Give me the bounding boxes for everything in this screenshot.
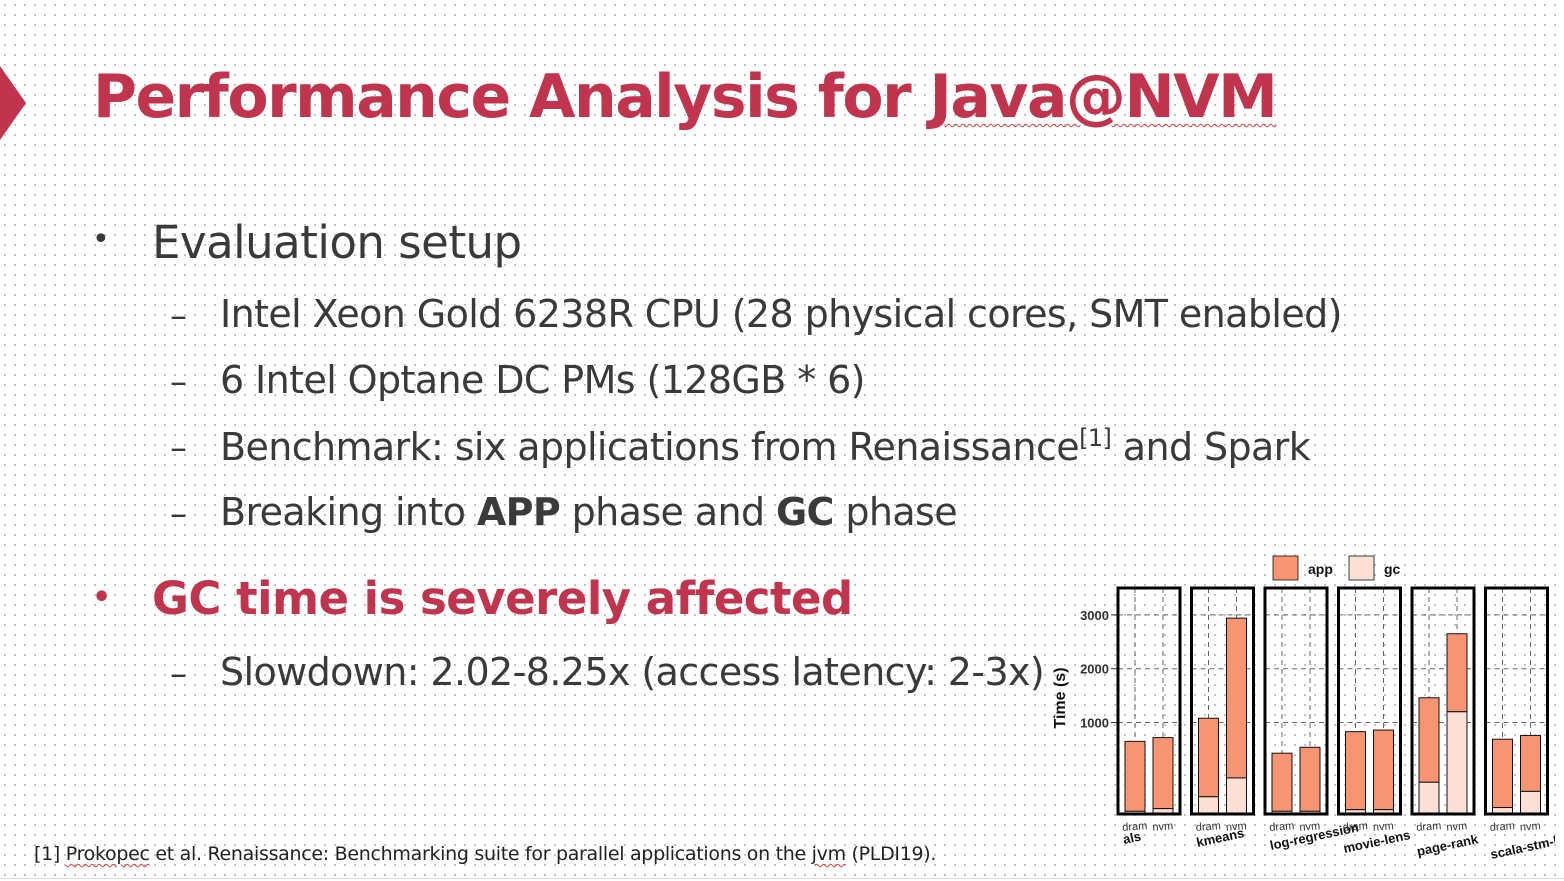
sub-bullet-text: Benchmark: six applications from Renaiss… — [220, 424, 1311, 469]
bar-gc-dram — [1198, 796, 1219, 815]
bar-app-nvm — [1299, 746, 1321, 812]
bar-app-nvm — [1373, 729, 1394, 811]
bar-app-dram — [1124, 740, 1146, 812]
y-axis-label: Time (s) — [1052, 667, 1069, 728]
y-tick-label: 1000 — [1080, 716, 1109, 731]
chevron-icon — [0, 66, 26, 140]
phase-app: APP — [476, 490, 561, 534]
bar-app-nvm — [1152, 737, 1174, 810]
sub-bullet-text: Breaking into APP phase and GC phase — [220, 490, 958, 534]
facet-kmeans: dram nvmkmeans — [1190, 586, 1255, 850]
facet-label-als: als — [1122, 829, 1143, 847]
facet-als: dram nvmals — [1116, 586, 1182, 847]
bar-gc-nvm — [1446, 711, 1468, 815]
benchmark-prefix: Benchmark: six applications from Renaiss… — [220, 425, 1080, 469]
y-tick-label: 2000 — [1080, 662, 1109, 677]
bar-gc-nvm — [1520, 790, 1541, 815]
sub-bullet-text: Slowdown: 2.02-8.25x (access latency: 2-… — [220, 650, 1045, 694]
x-tick-label-dram: dram — [1416, 820, 1442, 834]
dash-glyph: – — [170, 494, 187, 534]
dash-glyph: – — [170, 428, 187, 468]
gc-time-chart: app gcTime (s) 100020003000dram nvmalsdram n… — [1052, 555, 1555, 862]
footnote-middle: et al. Renaissance: Benchmarking suite f… — [149, 843, 812, 865]
title-java-nvm: Java@NVM — [929, 62, 1278, 132]
facet-scala-stm-bench7: dram nvmscala-stm-bench7 — [1484, 586, 1555, 862]
x-tick-label-dram: dram — [1269, 820, 1295, 834]
dash-glyph: – — [170, 362, 187, 402]
bar-app-dram — [1198, 717, 1219, 798]
bar-gc-dram — [1418, 781, 1440, 815]
title-prefix: Performance Analysis for — [93, 62, 930, 132]
bar-app-dram — [1271, 752, 1293, 812]
dash-glyph: – — [170, 296, 187, 336]
legend-label-gc: gc — [1384, 561, 1401, 577]
legend-swatch-gc — [1348, 555, 1375, 581]
footnote: [1] Prokopec et al. Renaissance: Benchma… — [34, 843, 936, 865]
facet-movie-lens: dram nvmmovie-lens — [1337, 586, 1412, 856]
citation-ref: [1] — [1079, 424, 1112, 452]
phase-mid: phase and — [560, 490, 776, 534]
bar-app-dram — [1345, 731, 1366, 811]
legend-label-app: app — [1308, 561, 1333, 577]
footnote-author: Prokopec — [65, 843, 150, 865]
sub-bullet-text: Intel Xeon Gold 6238R CPU (28 physical c… — [220, 292, 1342, 336]
bullet-label-gc: GC time is severely affected — [152, 572, 853, 625]
facet-page-rank: dram nvmpage-rank — [1410, 586, 1481, 859]
chart-legend: app gc — [1272, 555, 1401, 581]
bar-app-dram — [1418, 697, 1440, 783]
bar-app-nvm — [1520, 734, 1541, 792]
bar-app-nvm — [1446, 633, 1468, 713]
x-tick-label-nvm: nvm — [1446, 820, 1468, 833]
page-title: Performance Analysis for Java@NVM — [93, 62, 1278, 132]
bar-gc-nvm — [1226, 777, 1247, 815]
slide-bottom-border — [0, 878, 1564, 879]
phase-pre: Breaking into — [220, 490, 477, 534]
bar-app-dram — [1492, 738, 1513, 809]
dash-glyph: – — [170, 654, 187, 694]
legend-swatch-app — [1272, 555, 1299, 581]
bullet-label-setup: Evaluation setup — [152, 216, 522, 269]
x-tick-label-nvm: nvm — [1152, 820, 1174, 833]
bullet-dot: • — [92, 580, 112, 615]
benchmark-suffix: and Spark — [1111, 425, 1311, 469]
x-tick-label-dram: dram — [1489, 820, 1515, 834]
footnote-ref: [1] — [34, 843, 66, 865]
facet-label-page-rank: page-rank — [1416, 831, 1481, 859]
x-tick-label-nvm: nvm — [1520, 820, 1542, 833]
sub-bullet-text: 6 Intel Optane DC PMs (128GB * 6) — [220, 358, 866, 402]
y-tick-label: 3000 — [1080, 608, 1109, 623]
phase-post: phase — [833, 490, 957, 534]
footnote-end: (PLDI19). — [845, 843, 937, 865]
bullet-dot: • — [92, 222, 110, 257]
x-tick-label-dram: dram — [1342, 820, 1368, 834]
footnote-jvm: jvm — [811, 843, 846, 865]
bar-app-nvm — [1226, 617, 1247, 779]
phase-gc: GC — [775, 490, 834, 534]
